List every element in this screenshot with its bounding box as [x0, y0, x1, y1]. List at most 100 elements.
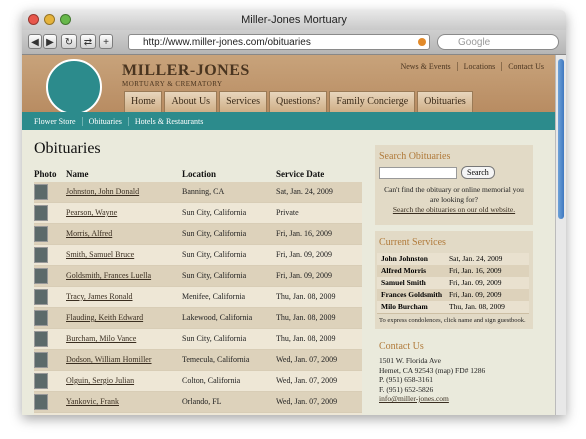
obituary-service-date: Private — [276, 208, 299, 217]
snapback-icon: ⇄ — [83, 37, 93, 48]
back-arrow-icon: ◀ — [31, 37, 39, 48]
link-news-events[interactable]: News & Events — [394, 62, 456, 71]
reload-button[interactable]: ↻ — [61, 34, 77, 49]
obituary-name-link[interactable]: Morris, Alfred — [66, 229, 112, 238]
search-title: Search Obituaries — [379, 151, 451, 162]
reload-icon: ↻ — [64, 37, 74, 48]
nav-family-concierge[interactable]: Family Concierge — [329, 91, 416, 112]
obituary-service-date: Fri, Jan. 16, 2009 — [276, 229, 332, 238]
obituary-photo[interactable] — [34, 310, 48, 326]
obituary-photo[interactable] — [34, 331, 48, 347]
obituary-name-link[interactable]: Olguin, Sergio Julian — [66, 376, 134, 385]
service-name[interactable]: Alfred Morris — [381, 265, 426, 277]
nav-home[interactable]: Home — [124, 91, 163, 112]
search-help: Can't find the obituary or online memori… — [384, 185, 524, 204]
add-icon: + — [103, 37, 109, 48]
service-name[interactable]: John Johnston — [381, 253, 428, 265]
table-row: Pearson, Wayne Sun City, California Privat… — [34, 203, 362, 224]
subnav-obituaries[interactable]: Obituaries — [81, 116, 128, 126]
back-button[interactable]: ◀ — [28, 34, 42, 49]
close-window-button[interactable] — [28, 14, 39, 25]
services-title: Current Services — [379, 237, 446, 248]
minimize-window-button[interactable] — [44, 14, 55, 25]
contact-address: 1501 W. Florida Ave — [379, 356, 441, 365]
col-photo: Photo — [34, 169, 57, 179]
snapback-button[interactable]: ⇄ — [80, 34, 96, 49]
browser-toolbar: ◀ ▶ ↻ ⇄ + http://www.miller-jones.com/ob… — [22, 30, 566, 55]
service-date: Thu, Jan. 08, 2009 — [449, 302, 505, 311]
obituary-name-link[interactable]: Pearson, Wayne — [66, 208, 117, 217]
contact-city: Hemet, CA 92543 (map) FD# 1286 — [379, 365, 486, 375]
obituary-photo[interactable] — [34, 394, 48, 410]
forward-button[interactable]: ▶ — [43, 34, 57, 49]
obituary-photo[interactable] — [34, 205, 48, 221]
col-service-date: Service Date — [276, 169, 325, 179]
contact-email[interactable]: info@miller-jones.com — [379, 394, 529, 404]
obituary-photo[interactable] — [34, 184, 48, 200]
obituary-photo[interactable] — [34, 373, 48, 389]
obituary-name-link[interactable]: Tracy, James Ronald — [66, 292, 133, 301]
obituary-name-link[interactable]: Dodson, William Homiller — [66, 355, 152, 364]
rss-icon[interactable] — [418, 38, 426, 46]
search-obituaries-panel: Search Obituaries Search Can't find the … — [375, 145, 533, 225]
obituary-service-date: Sat, Jan. 24, 2009 — [276, 187, 333, 196]
title-bar: Miller-Jones Mortuary — [22, 10, 566, 30]
nav-services[interactable]: Services — [219, 91, 267, 112]
obituary-service-date: Thu, Jan. 08, 2009 — [276, 334, 336, 343]
contact-title: Contact Us — [379, 341, 424, 352]
contact-panel: Contact Us 1501 W. Florida Ave Hemet, CA… — [375, 335, 533, 415]
search-button[interactable]: Search — [461, 166, 495, 179]
service-date: Fri, Jan. 09, 2009 — [449, 278, 502, 287]
page-viewport: MILLER-JONES MORTUARY & CREMATORY News &… — [22, 55, 566, 415]
search-field[interactable]: Google — [437, 34, 559, 50]
obituary-search-input[interactable] — [379, 167, 457, 179]
current-services-panel: Current Services John Johnston Sat, Jan. … — [375, 231, 533, 329]
service-name[interactable]: Samuel Smith — [381, 277, 426, 289]
obituary-location: Orlando, FL — [182, 397, 222, 406]
table-row: Tracy, James Ronald Menifee, California Th… — [34, 287, 362, 308]
service-date: Fri, Jan. 16, 2009 — [449, 266, 502, 275]
obituary-name-link[interactable]: Smith, Samuel Bruce — [66, 250, 134, 259]
old-site-link[interactable]: Search the obituaries on our old website… — [379, 205, 529, 214]
subnav-flower-store[interactable]: Flower Store — [34, 117, 82, 126]
service-name[interactable]: Milo Burcham — [381, 301, 428, 313]
obituary-name-link[interactable]: Goldsmith, Frances Luella — [66, 271, 151, 280]
obituary-name-link[interactable]: Flauding, Keith Edward — [66, 313, 143, 322]
obituary-photo[interactable] — [34, 268, 48, 284]
contact-fax: F. (951) 652-5826 — [379, 384, 434, 394]
window-title: Miller-Jones Mortuary — [241, 14, 347, 26]
scrollbar-thumb[interactable] — [558, 59, 564, 219]
quail-logo-icon[interactable] — [46, 59, 102, 115]
obituary-photo[interactable] — [34, 289, 48, 305]
address-bar[interactable]: http://www.miller-jones.com/obituaries — [128, 34, 430, 50]
obituary-photo[interactable] — [34, 226, 48, 242]
nav-obituaries[interactable]: Obituaries — [417, 91, 473, 112]
brand-name: MILLER-JONES — [122, 62, 250, 79]
page-scrollbar[interactable] — [555, 55, 566, 415]
site-brand[interactable]: MILLER-JONES MORTUARY & CREMATORY — [122, 62, 250, 88]
service-name[interactable]: Frances Goldsmith — [381, 289, 442, 301]
col-location: Location — [182, 169, 217, 179]
subnav-hotels[interactable]: Hotels & Restaurants — [127, 116, 209, 126]
link-locations[interactable]: Locations — [456, 62, 502, 71]
table-row: Yankovic, Frank Orlando, FL Wed, Jan. 07, … — [34, 392, 362, 413]
obituary-service-date: Wed, Jan. 07, 2009 — [276, 355, 338, 364]
nav-questions[interactable]: Questions? — [268, 91, 328, 112]
table-row: Flauding, Keith Edward Lakewood, Californ… — [34, 308, 362, 329]
obituary-name-link[interactable]: Burcham, Milo Vance — [66, 334, 136, 343]
obituary-location: Banning, CA — [182, 187, 225, 196]
forward-arrow-icon: ▶ — [46, 37, 54, 48]
obituary-name-link[interactable]: Johnston, John Donald — [66, 187, 139, 196]
nav-about-us[interactable]: About Us — [164, 91, 218, 112]
obituary-location: Sun City, California — [182, 208, 247, 217]
link-contact-us[interactable]: Contact Us — [501, 62, 550, 71]
zoom-window-button[interactable] — [60, 14, 71, 25]
obituary-name-link[interactable]: Yankovic, Frank — [66, 397, 119, 406]
obituary-service-date: Thu, Jan. 08, 2009 — [276, 292, 336, 301]
window-controls — [28, 14, 71, 25]
obituary-photo[interactable] — [34, 247, 48, 263]
obituary-photo[interactable] — [34, 352, 48, 368]
table-row: Johnston, John Donald Banning, CA Sat, Jan… — [34, 182, 362, 203]
add-bookmark-button[interactable]: + — [99, 34, 113, 49]
table-row: Olguin, Sergio Julian Colton, California W… — [34, 371, 362, 392]
